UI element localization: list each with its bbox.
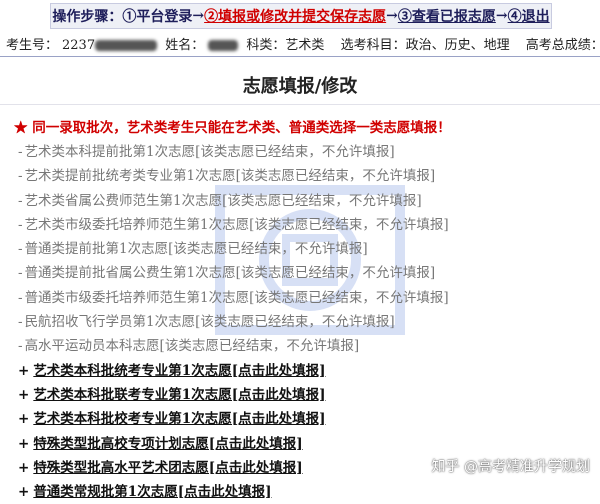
steps-label: 操作步骤： — [52, 9, 123, 25]
step-login-link[interactable]: ①平台登录 — [122, 6, 192, 26]
application-item-closed: - 艺术类市级委托培养师范生第1次志愿[该类志愿已经结束，不允许填报] — [18, 213, 588, 237]
application-link[interactable]: 艺术类本科批校考专业第1次志愿[点击此处填报] — [33, 411, 325, 427]
application-item-closed: - 艺术类提前批统考类专业第1次志愿[该类志愿已经结束，不允许填报] — [18, 164, 588, 188]
exam-no-value: 2237 — [62, 38, 96, 53]
subject-label: 科类： — [246, 38, 286, 53]
step-fill-link[interactable]: ②填报或修改并提交保存志愿 — [204, 6, 386, 26]
application-label: 艺术类提前批统考类专业第1次志愿[该类志愿已经结束，不允许填报] — [24, 168, 436, 185]
application-item-open[interactable]: + 艺术类本科批联考专业第1次志愿[点击此处填报] — [18, 383, 588, 407]
student-info: 考生号： 2237 姓名： 科类：艺术类 选考科目：政治、历史、地理 高考总成绩： — [6, 34, 600, 54]
elective-value: 政治、历史、地理 — [405, 38, 510, 53]
source-credit: 知乎 @高考精准升学规划 — [431, 459, 590, 475]
step-arrow-2: → — [386, 8, 398, 24]
dash-bullet-icon: - — [18, 338, 23, 355]
application-label: 普通类提前批省属公费生第1次志愿[该类志愿已经结束，不允许填报] — [24, 265, 436, 282]
subject-value: 艺术类 — [285, 38, 325, 53]
plus-bullet-icon: + — [18, 362, 30, 379]
page-title: 志愿填报/修改 — [242, 76, 358, 97]
step-arrow-1: → — [192, 8, 205, 24]
dash-bullet-icon: - — [18, 265, 23, 282]
step-view-link[interactable]: ③查看已报志愿 — [398, 6, 496, 26]
exam-no-redacted — [95, 40, 158, 51]
application-link[interactable]: 特殊类型批高校专项计划志愿[点击此处填报] — [33, 436, 302, 452]
application-label: 艺术类本科提前批第1次志愿[该类志愿已经结束，不允许填报] — [24, 144, 395, 160]
application-item-closed: - 普通类提前批第1次志愿[该类志愿已经结束，不允许填报] — [18, 237, 588, 261]
name-redacted — [208, 40, 239, 51]
dash-bullet-icon: - — [18, 314, 23, 331]
exam-no-label: 考生号： — [6, 38, 59, 53]
dash-bullet-icon: - — [18, 144, 23, 160]
application-item-open[interactable]: + 艺术类本科批校考专业第1次志愿[点击此处填报] — [18, 407, 588, 431]
step-exit-link[interactable]: ④退出 — [508, 6, 550, 26]
application-label: 民航招收飞行学员第1次志愿[该类志愿已经结束，不允许填报] — [24, 314, 395, 331]
dash-bullet-icon: - — [18, 241, 23, 258]
application-item-closed: - 高水平运动员本科志愿[该类志愿已经结束，不允许填报] — [18, 334, 588, 358]
application-item-closed: - 普通类提前批省属公费生第1次志愿[该类志愿已经结束，不允许填报] — [18, 261, 588, 285]
application-link[interactable]: 特殊类型批高水平艺术团志愿[点击此处填报] — [33, 460, 302, 476]
plus-bullet-icon: + — [18, 411, 30, 428]
application-label: 普通类市级委托培养师范生第1次志愿[该类志愿已经结束，不允许填报] — [24, 289, 449, 306]
dash-bullet-icon: - — [18, 192, 23, 209]
plus-bullet-icon: + — [18, 435, 30, 452]
application-list: - 艺术类本科提前批第1次志愿[该类志愿已经结束，不允许填报] - 艺术类提前批统考类… — [18, 140, 588, 504]
header-divider — [0, 56, 600, 57]
application-link[interactable]: 艺术类本科批联考专业第1次志愿[点击此处填报] — [33, 387, 325, 403]
steps-bar: 操作步骤： ①平台登录 → ②填报或修改并提交保存志愿 → ③查看已报志愿 → … — [50, 3, 552, 29]
application-item-open[interactable]: + 艺术类本科批统考专业第1次志愿[点击此处填报] — [18, 359, 588, 383]
application-item-closed: - 普通类市级委托培养师范生第1次志愿[该类志愿已经结束，不允许填报] — [18, 286, 588, 310]
application-link[interactable]: 艺术类本科批统考专业第1次志愿[点击此处填报] — [33, 363, 325, 379]
title-divider — [0, 104, 600, 105]
dash-bullet-icon: - — [18, 168, 23, 185]
application-item-closed: - 艺术类本科提前批第1次志愿[该类志愿已经结束，不允许填报] — [18, 140, 588, 164]
elective-label: 选考科目： — [340, 38, 406, 53]
dash-bullet-icon: - — [18, 289, 23, 306]
plus-bullet-icon: + — [18, 459, 30, 476]
application-link[interactable]: 普通类常规批第1次志愿[点击此处填报] — [33, 484, 271, 500]
application-label: 普通类提前批第1次志愿[该类志愿已经结束，不允许填报] — [24, 241, 368, 258]
application-label: 艺术类省属公费师范生第1次志愿[该类志愿已经结束，不允许填报] — [24, 192, 422, 209]
application-item-open[interactable]: + 普通类常规批第1次志愿[点击此处填报] — [18, 480, 588, 504]
plus-bullet-icon: + — [18, 484, 30, 501]
name-label: 姓名： — [165, 38, 205, 53]
plus-bullet-icon: + — [18, 386, 30, 403]
application-label: 高水平运动员本科志愿[该类志愿已经结束，不允许填报] — [24, 338, 360, 355]
application-item-closed: - 民航招收飞行学员第1次志愿[该类志愿已经结束，不允许填报] — [18, 310, 588, 334]
application-label: 艺术类市级委托培养师范生第1次志愿[该类志愿已经结束，不允许填报] — [24, 216, 449, 233]
notice-text: ★ 同一录取批次，艺术类考生只能在艺术类、普通类选择一类志愿填报！ — [14, 120, 451, 136]
score-label: 高考总成绩： — [525, 38, 600, 53]
application-item-closed: - 艺术类省属公费师范生第1次志愿[该类志愿已经结束，不允许填报] — [18, 189, 588, 213]
application-item-open[interactable]: + 特殊类型批高校专项计划志愿[点击此处填报] — [18, 432, 588, 456]
step-arrow-3: → — [495, 8, 508, 24]
dash-bullet-icon: - — [18, 216, 23, 233]
